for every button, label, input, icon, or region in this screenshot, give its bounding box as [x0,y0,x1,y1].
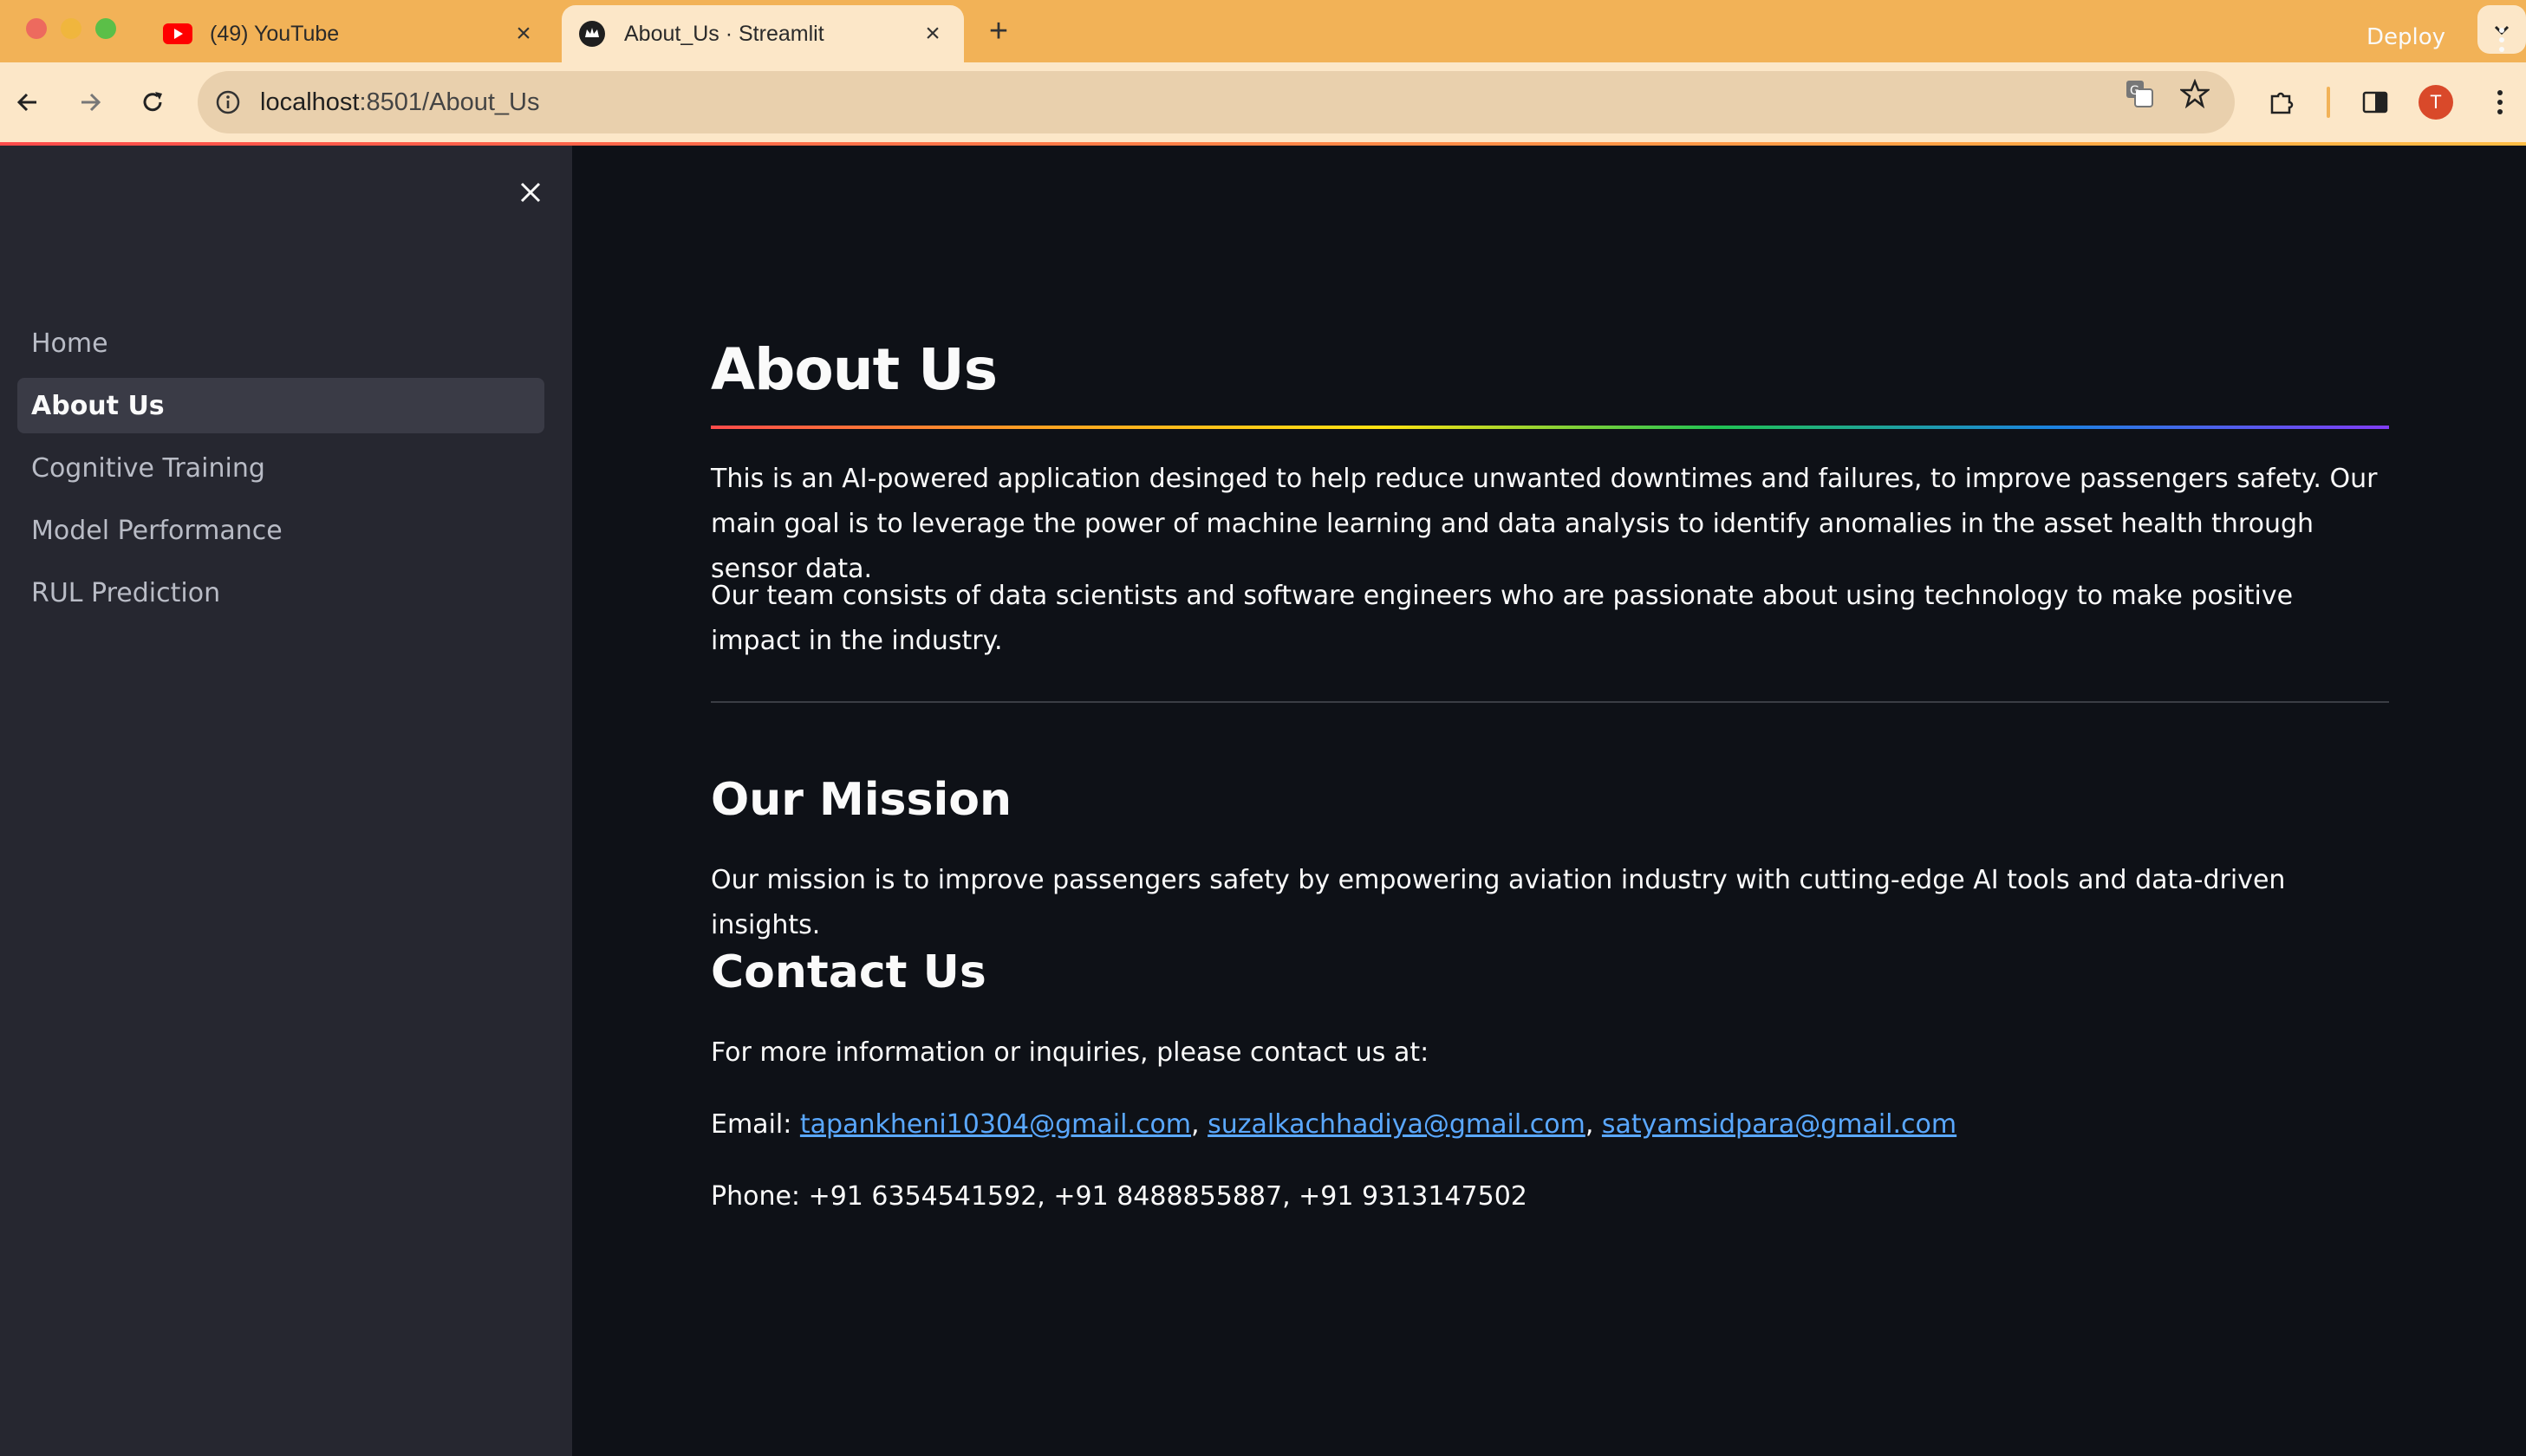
browser-menu-icon[interactable] [2479,81,2521,123]
url-text: localhost:8501/About_Us [260,88,539,117]
sidebar-item-home[interactable]: Home [17,315,544,371]
arrow-right-icon [81,93,101,112]
url-host: localhost [260,88,360,116]
email-line: Email: tapankheni10304@gmail.com, suzalk… [711,1109,1957,1140]
tab-streamlit[interactable]: About_Us · Streamlit × [562,5,964,62]
address-bar[interactable]: localhost:8501/About_Us [198,71,2235,133]
section-divider [711,701,2389,703]
profile-avatar[interactable]: T [2419,85,2453,120]
extensions-icon[interactable] [2261,81,2302,123]
reload-button[interactable] [132,81,173,123]
sidebar-item-model-performance[interactable]: Model Performance [17,503,544,558]
arrow-left-icon [16,93,36,112]
main-menu-button[interactable] [2484,21,2519,59]
new-tab-button[interactable]: + [980,12,1018,50]
reload-icon [143,92,162,112]
tab-youtube[interactable]: (49) YouTube × [147,5,555,62]
sidebar-item-cognitive-training[interactable]: Cognitive Training [17,440,544,496]
window-minimize-button[interactable] [61,18,81,39]
sidebar-nav: Home About Us Cognitive Training Model P… [17,315,544,627]
close-tab-icon[interactable]: × [915,16,950,51]
mission-heading: Our Mission [711,774,1012,826]
team-paragraph: Our team consists of data scientists and… [711,581,2294,656]
site-info-icon[interactable] [213,88,243,117]
mission-paragraph: Our mission is to improve passengers saf… [711,865,2286,940]
email-link[interactable]: suzalkachhadiya@gmail.com [1208,1109,1585,1140]
intro-paragraph: This is an AI-powered application desing… [711,464,2378,584]
browser-tab-bar: (49) YouTube × About_Us · Streamlit × + [0,0,2526,62]
youtube-icon [163,19,192,49]
toolbar-divider [2327,87,2330,118]
back-button[interactable] [7,81,49,123]
email-label: Email: [711,1109,792,1140]
kebab-menu-icon [2499,28,2504,52]
close-icon [520,182,541,203]
browser-toolbar: localhost:8501/About_Us G T [0,62,2526,142]
window-close-button[interactable] [26,18,47,39]
tab-title: (49) YouTube [210,21,340,46]
email-link[interactable]: satyamsidpara@gmail.com [1602,1109,1956,1140]
forward-button[interactable] [69,81,111,123]
email-link[interactable]: tapankheni10304@gmail.com [800,1109,1191,1140]
streamlit-icon [577,19,607,49]
bookmark-star-icon[interactable] [2179,78,2210,109]
url-path: :8501/About_Us [359,88,540,116]
close-sidebar-button[interactable] [511,173,550,211]
page-title: About Us [711,336,998,403]
translate-icon[interactable]: G [2124,78,2155,109]
phone-line: Phone: +91 6354541592, +91 8488855887, +… [711,1181,1527,1212]
side-panel-icon[interactable] [2354,81,2396,123]
svg-text:G: G [2130,84,2139,98]
title-rainbow-divider [711,426,2389,429]
contact-heading: Contact Us [711,946,986,998]
sidebar-item-about-us[interactable]: About Us [17,378,544,433]
deploy-button[interactable]: Deploy [2366,24,2445,50]
tab-title: About_Us · Streamlit [624,21,824,46]
sidebar: Home About Us Cognitive Training Model P… [0,146,572,1456]
sidebar-item-rul-prediction[interactable]: RUL Prediction [17,565,544,621]
close-tab-icon[interactable]: × [506,16,541,51]
contact-intro: For more information or inquiries, pleas… [711,1037,1429,1068]
window-zoom-button[interactable] [95,18,116,39]
